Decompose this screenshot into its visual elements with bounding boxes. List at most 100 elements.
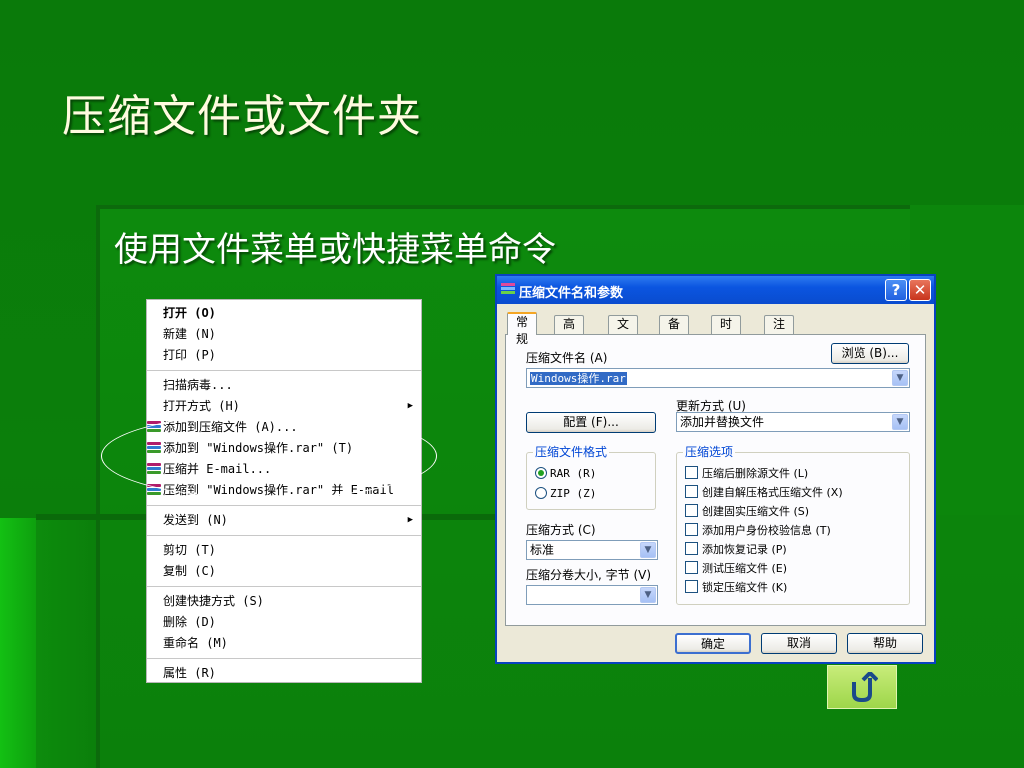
dialog-titlebar: 压缩文件名和参数 ? ✕ xyxy=(497,276,934,304)
tab-panel-general: 压缩文件名 (A) 浏览 (B)... Windows操作.rar ▼ 更新方式… xyxy=(505,334,926,626)
volume-size-combo[interactable]: ▼ xyxy=(526,585,658,605)
format-rar-radio[interactable]: RAR (R) xyxy=(535,465,596,483)
method-value: 标准 xyxy=(530,543,555,557)
menu-item-cut[interactable]: 剪切 (T) xyxy=(147,540,421,561)
menu-item-create-shortcut[interactable]: 创建快捷方式 (S) xyxy=(147,591,421,612)
authenticity-checkbox[interactable]: 添加用户身份校验信息 (T) xyxy=(685,522,831,540)
tab-comment[interactable]: 注释 xyxy=(764,315,795,348)
options-group: 压缩选项 压缩后删除源文件 (L) 创建自解压格式压缩文件 (X) 创建固实压缩… xyxy=(676,445,910,605)
menu-item-label: 打开方式 (H) xyxy=(163,399,240,413)
format-rar-label: RAR (R) xyxy=(550,467,597,480)
checkbox-icon xyxy=(685,542,698,555)
menu-item-label: 打印 (P) xyxy=(163,348,216,362)
close-icon[interactable]: ✕ xyxy=(909,279,931,301)
archive-dialog: 压缩文件名和参数 ? ✕ 常规 高级 文件 备份 时间 注释 压缩文件名 (A)… xyxy=(495,274,936,664)
menu-item-label: 发送到 (N) xyxy=(163,513,228,527)
checkbox-label: 创建自解压格式压缩文件 (X) xyxy=(702,486,843,499)
help-button[interactable]: 帮助 xyxy=(847,633,923,654)
menu-item-label: 新建 (N) xyxy=(163,327,216,341)
menu-separator xyxy=(147,370,421,371)
update-mode-value: 添加并替换文件 xyxy=(680,415,765,429)
update-mode-select[interactable]: 添加并替换文件 ▼ xyxy=(676,412,910,432)
archive-name-combo[interactable]: Windows操作.rar ▼ xyxy=(526,368,910,388)
menu-item-label: 扫描病毒... xyxy=(163,378,233,392)
tab-general[interactable]: 常规 xyxy=(507,312,538,346)
decorative-left-bar xyxy=(0,518,36,768)
checkbox-label: 锁定压缩文件 (K) xyxy=(702,581,788,594)
checkbox-icon xyxy=(685,580,698,593)
format-zip-label: ZIP (Z) xyxy=(550,487,597,500)
checkbox-label: 压缩后删除源文件 (L) xyxy=(702,467,809,480)
format-group-legend: 压缩文件格式 xyxy=(533,445,610,459)
chevron-down-icon[interactable]: ▼ xyxy=(640,587,656,603)
menu-separator xyxy=(147,505,421,506)
menu-item-properties[interactable]: 属性 (R) xyxy=(147,663,421,684)
delete-source-checkbox[interactable]: 压缩后删除源文件 (L) xyxy=(685,465,808,483)
menu-item-scan-virus[interactable]: 扫描病毒... xyxy=(147,375,421,396)
checkbox-icon xyxy=(685,466,698,479)
menu-item-label: 打开 (O) xyxy=(163,306,216,320)
menu-item-label: 复制 (C) xyxy=(163,564,216,578)
menu-item-label: 删除 (D) xyxy=(163,615,216,629)
method-select[interactable]: 标准 ▼ xyxy=(526,540,658,560)
recovery-record-checkbox[interactable]: 添加恢复记录 (P) xyxy=(685,541,787,559)
menu-item-label: 剪切 (T) xyxy=(163,543,216,557)
menu-item-rename[interactable]: 重命名 (M) xyxy=(147,633,421,654)
submenu-arrow-icon: ▶ xyxy=(407,401,413,411)
slide-title: 压缩文件或文件夹 xyxy=(62,91,422,142)
checkbox-icon xyxy=(685,523,698,536)
radio-unselected-icon xyxy=(535,487,547,499)
radio-selected-icon xyxy=(535,467,547,479)
options-group-legend: 压缩选项 xyxy=(683,445,736,459)
chevron-down-icon[interactable]: ▼ xyxy=(892,370,908,386)
volume-size-label: 压缩分卷大小, 字节 (V) xyxy=(526,568,652,582)
cancel-button[interactable]: 取消 xyxy=(761,633,837,654)
return-arrow-icon xyxy=(852,672,878,702)
chevron-down-icon[interactable]: ▼ xyxy=(892,414,908,430)
menu-item-copy[interactable]: 复制 (C) xyxy=(147,561,421,582)
tab-backup[interactable]: 备份 xyxy=(659,315,690,348)
checkbox-label: 创建固实压缩文件 (S) xyxy=(702,505,810,518)
menu-item-label: 创建快捷方式 (S) xyxy=(163,594,264,608)
menu-item-delete[interactable]: 删除 (D) xyxy=(147,612,421,633)
ok-button[interactable]: 确定 xyxy=(675,633,751,654)
menu-separator xyxy=(147,535,421,536)
solid-archive-checkbox[interactable]: 创建固实压缩文件 (S) xyxy=(685,503,809,521)
menu-item-label: 重命名 (M) xyxy=(163,636,228,650)
chevron-down-icon[interactable]: ▼ xyxy=(640,542,656,558)
submenu-arrow-icon: ▶ xyxy=(407,515,413,525)
archive-name-label: 压缩文件名 (A) xyxy=(526,351,608,365)
menu-item-new[interactable]: 新建 (N) xyxy=(147,324,421,345)
menu-separator xyxy=(147,586,421,587)
format-group: 压缩文件格式 RAR (R) ZIP (Z) xyxy=(526,445,656,510)
tab-advanced[interactable]: 高级 xyxy=(554,315,585,348)
tab-files[interactable]: 文件 xyxy=(608,315,639,348)
winrar-icon xyxy=(501,283,515,296)
return-button[interactable] xyxy=(827,665,897,709)
help-icon[interactable]: ? xyxy=(885,279,907,301)
lock-archive-checkbox[interactable]: 锁定压缩文件 (K) xyxy=(685,579,787,597)
checkbox-label: 添加恢复记录 (P) xyxy=(702,543,787,556)
menu-item-send-to[interactable]: 发送到 (N) ▶ xyxy=(147,510,421,531)
format-zip-radio[interactable]: ZIP (Z) xyxy=(535,485,596,503)
checkbox-label: 测试压缩文件 (E) xyxy=(702,562,788,575)
archive-name-value: Windows操作.rar xyxy=(530,372,627,385)
menu-item-print[interactable]: 打印 (P) xyxy=(147,345,421,366)
checkbox-icon xyxy=(685,561,698,574)
menu-item-open[interactable]: 打开 (O) xyxy=(147,303,421,324)
slide-subtitle: 使用文件菜单或快捷菜单命令 xyxy=(114,230,556,270)
checkbox-icon xyxy=(685,485,698,498)
tab-time[interactable]: 时间 xyxy=(711,315,742,348)
method-label: 压缩方式 (C) xyxy=(526,523,596,537)
test-archive-checkbox[interactable]: 测试压缩文件 (E) xyxy=(685,560,787,578)
highlight-ellipse xyxy=(101,413,437,499)
decorative-left-shade xyxy=(36,518,96,768)
sfx-checkbox[interactable]: 创建自解压格式压缩文件 (X) xyxy=(685,484,843,502)
menu-item-label: 属性 (R) xyxy=(163,666,216,680)
dialog-title: 压缩文件名和参数 xyxy=(519,286,624,301)
profiles-button[interactable]: 配置 (F)... xyxy=(526,412,656,433)
browse-button[interactable]: 浏览 (B)... xyxy=(831,343,909,364)
checkbox-icon xyxy=(685,504,698,517)
checkbox-label: 添加用户身份校验信息 (T) xyxy=(702,524,831,537)
menu-separator xyxy=(147,658,421,659)
